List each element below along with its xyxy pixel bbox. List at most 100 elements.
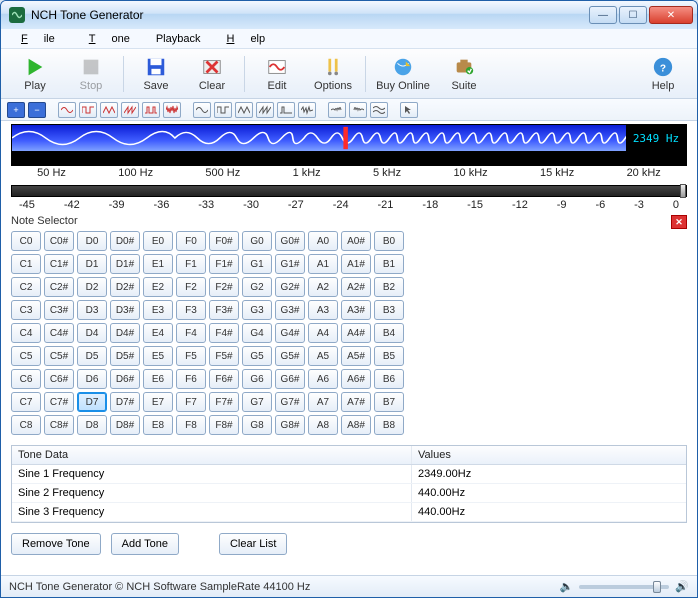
note-F6sharp[interactable]: F6# [209, 369, 239, 389]
save-button[interactable]: Save [128, 53, 184, 95]
note-A7sharp[interactable]: A7# [341, 392, 371, 412]
note-D6[interactable]: D6 [77, 369, 107, 389]
note-A8[interactable]: A8 [308, 415, 338, 435]
note-G5[interactable]: G5 [242, 346, 272, 366]
note-A1sharp[interactable]: A1# [341, 254, 371, 274]
menu-file[interactable]: File [5, 31, 71, 47]
note-B7[interactable]: B7 [374, 392, 404, 412]
volume-slider[interactable] [579, 585, 669, 589]
sweep-up-icon[interactable] [328, 102, 346, 118]
note-D7sharp[interactable]: D7# [110, 392, 140, 412]
note-B0[interactable]: B0 [374, 231, 404, 251]
wave-alt5-icon[interactable] [277, 102, 295, 118]
note-F6[interactable]: F6 [176, 369, 206, 389]
note-G4[interactable]: G4 [242, 323, 272, 343]
add-tone-button[interactable]: Add Tone [111, 533, 179, 555]
note-D2[interactable]: D2 [77, 277, 107, 297]
buy-online-button[interactable]: Buy Online [370, 53, 436, 95]
frequency-slider[interactable]: 2349 Hz [11, 124, 687, 152]
note-G7[interactable]: G7 [242, 392, 272, 412]
note-B6[interactable]: B6 [374, 369, 404, 389]
wave-alt1-icon[interactable] [193, 102, 211, 118]
note-F4sharp[interactable]: F4# [209, 323, 239, 343]
note-F0sharp[interactable]: F0# [209, 231, 239, 251]
note-B8[interactable]: B8 [374, 415, 404, 435]
remove-tone-button[interactable]: Remove Tone [11, 533, 101, 555]
close-button[interactable]: ✕ [649, 6, 693, 24]
note-D7[interactable]: D7 [77, 392, 107, 412]
note-D4[interactable]: D4 [77, 323, 107, 343]
note-G7sharp[interactable]: G7# [275, 392, 305, 412]
note-D5sharp[interactable]: D5# [110, 346, 140, 366]
note-A8sharp[interactable]: A8# [341, 415, 371, 435]
note-F2sharp[interactable]: F2# [209, 277, 239, 297]
note-D8[interactable]: D8 [77, 415, 107, 435]
note-F5sharp[interactable]: F5# [209, 346, 239, 366]
note-C3sharp[interactable]: C3# [44, 300, 74, 320]
play-button[interactable]: Play [7, 53, 63, 95]
db-slider[interactable] [11, 185, 687, 197]
note-C8sharp[interactable]: C8# [44, 415, 74, 435]
wave-alt4-icon[interactable] [256, 102, 274, 118]
note-C0sharp[interactable]: C0# [44, 231, 74, 251]
note-C4sharp[interactable]: C4# [44, 323, 74, 343]
wave-alt6-icon[interactable] [298, 102, 316, 118]
note-A4[interactable]: A4 [308, 323, 338, 343]
note-C3[interactable]: C3 [11, 300, 41, 320]
note-D4sharp[interactable]: D4# [110, 323, 140, 343]
note-G2[interactable]: G2 [242, 277, 272, 297]
tone-data-row[interactable]: Sine 2 Frequency440.00Hz [12, 484, 686, 503]
options-button[interactable]: Options [305, 53, 361, 95]
speaker-icon[interactable]: 🔊 [675, 580, 689, 593]
note-B5[interactable]: B5 [374, 346, 404, 366]
note-A0sharp[interactable]: A0# [341, 231, 371, 251]
note-G3sharp[interactable]: G3# [275, 300, 305, 320]
help-button[interactable]: ? Help [635, 53, 691, 95]
suite-button[interactable]: Suite [436, 53, 492, 95]
title-bar[interactable]: NCH Tone Generator — ☐ ✕ [1, 1, 697, 29]
clear-list-button[interactable]: Clear List [219, 533, 287, 555]
note-A6sharp[interactable]: A6# [341, 369, 371, 389]
note-E7[interactable]: E7 [143, 392, 173, 412]
note-D1sharp[interactable]: D1# [110, 254, 140, 274]
note-F3sharp[interactable]: F3# [209, 300, 239, 320]
note-C1sharp[interactable]: C1# [44, 254, 74, 274]
note-B1[interactable]: B1 [374, 254, 404, 274]
db-slider-handle[interactable] [680, 184, 686, 198]
note-G4sharp[interactable]: G4# [275, 323, 305, 343]
note-F1sharp[interactable]: F1# [209, 254, 239, 274]
note-G5sharp[interactable]: G5# [275, 346, 305, 366]
note-C8[interactable]: C8 [11, 415, 41, 435]
note-F7[interactable]: F7 [176, 392, 206, 412]
note-F5[interactable]: F5 [176, 346, 206, 366]
note-E8[interactable]: E8 [143, 415, 173, 435]
sweep-down-icon[interactable] [349, 102, 367, 118]
note-C6[interactable]: C6 [11, 369, 41, 389]
wave-pulse-icon[interactable] [142, 102, 160, 118]
note-B4[interactable]: B4 [374, 323, 404, 343]
stop-button[interactable]: Stop [63, 53, 119, 95]
note-C5[interactable]: C5 [11, 346, 41, 366]
tone-data-row[interactable]: Sine 1 Frequency2349.00Hz [12, 465, 686, 484]
add-channel-button[interactable]: + [7, 102, 25, 118]
edit-button[interactable]: Edit [249, 53, 305, 95]
note-D5[interactable]: D5 [77, 346, 107, 366]
note-C2sharp[interactable]: C2# [44, 277, 74, 297]
note-G6[interactable]: G6 [242, 369, 272, 389]
note-D1[interactable]: D1 [77, 254, 107, 274]
wave-alt2-icon[interactable] [214, 102, 232, 118]
note-F8[interactable]: F8 [176, 415, 206, 435]
note-C7[interactable]: C7 [11, 392, 41, 412]
tone-data-row[interactable]: Sine 3 Frequency440.00Hz [12, 503, 686, 522]
note-B2[interactable]: B2 [374, 277, 404, 297]
note-selector-close-button[interactable]: ✕ [671, 215, 687, 229]
note-G6sharp[interactable]: G6# [275, 369, 305, 389]
note-A3sharp[interactable]: A3# [341, 300, 371, 320]
note-E2[interactable]: E2 [143, 277, 173, 297]
remove-channel-button[interactable]: − [28, 102, 46, 118]
wave-sine-icon[interactable] [58, 102, 76, 118]
note-C5sharp[interactable]: C5# [44, 346, 74, 366]
note-C4[interactable]: C4 [11, 323, 41, 343]
menu-playback[interactable]: Playback [148, 31, 209, 47]
maximize-button[interactable]: ☐ [619, 6, 647, 24]
